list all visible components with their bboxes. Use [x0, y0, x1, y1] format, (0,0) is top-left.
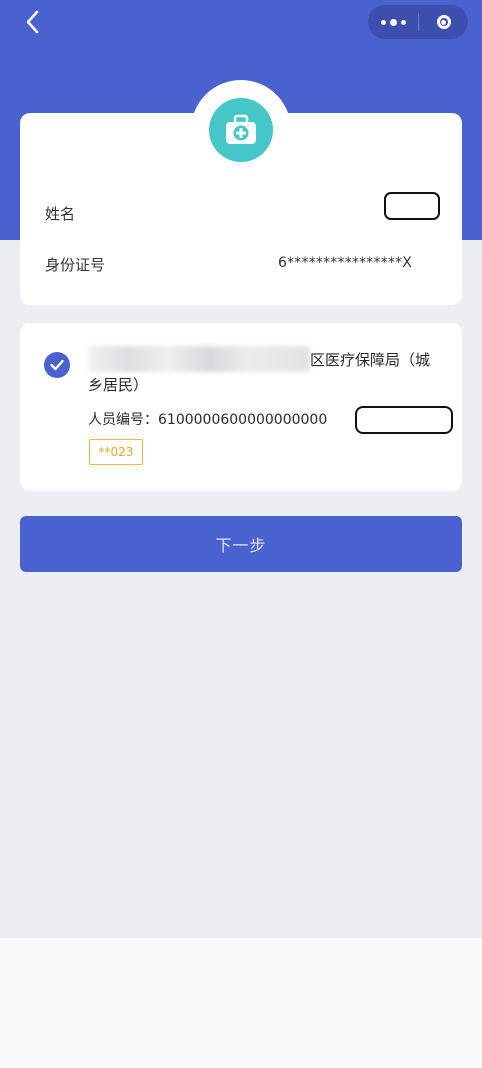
member-number: 人员编号：6100000600000000000 [88, 409, 327, 429]
chevron-left-icon [26, 10, 39, 34]
id-number-value: 6****************X [278, 255, 413, 271]
member-number-value: 6100000600000000000 [158, 412, 328, 428]
insurance-code-tag: **023 [89, 439, 143, 465]
id-number-label: 身份证号 [45, 256, 106, 274]
more-button[interactable] [368, 5, 418, 39]
page-bottom-area [0, 938, 482, 1068]
mini-program-capsule [368, 5, 468, 39]
close-button[interactable] [419, 5, 468, 39]
more-dots-icon [379, 18, 408, 26]
member-number-redacted [355, 406, 453, 434]
selected-checkbox[interactable] [44, 352, 70, 378]
check-icon [50, 359, 64, 371]
member-number-label: 人员编号： [88, 412, 158, 428]
agency-name-line2: 乡居民） [88, 376, 149, 394]
target-ring-icon [436, 15, 451, 29]
next-step-button[interactable]: 下一步 [20, 516, 462, 572]
back-button[interactable] [18, 8, 46, 36]
insurance-agency-name: 区医疗保障局（城 乡居民） [88, 348, 431, 398]
medical-kit-icon [209, 98, 273, 162]
name-label: 姓名 [45, 205, 76, 223]
name-value-redacted [384, 192, 440, 220]
agency-name-line1: 区医疗保障局（城 [310, 351, 431, 369]
